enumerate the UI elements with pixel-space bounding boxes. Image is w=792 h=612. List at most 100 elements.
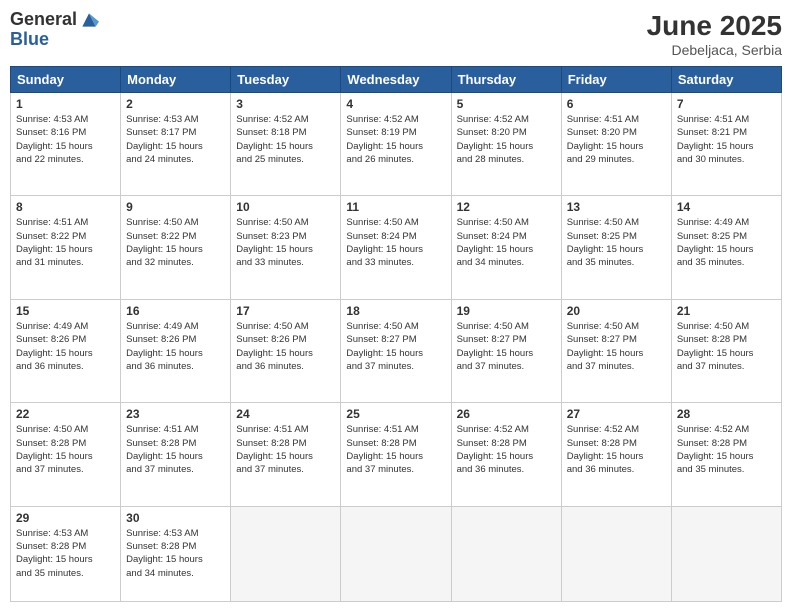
day-number: 10 bbox=[236, 200, 335, 214]
day-info: Sunrise: 4:53 AMSunset: 8:28 PMDaylight:… bbox=[16, 527, 115, 580]
day-number: 6 bbox=[567, 97, 666, 111]
day-number: 9 bbox=[126, 200, 225, 214]
day-number: 28 bbox=[677, 407, 776, 421]
day-info: Sunrise: 4:50 AMSunset: 8:26 PMDaylight:… bbox=[236, 320, 335, 373]
header-wednesday: Wednesday bbox=[341, 67, 451, 93]
table-row: 22 Sunrise: 4:50 AMSunset: 8:28 PMDayligh… bbox=[11, 403, 121, 506]
day-info: Sunrise: 4:51 AMSunset: 8:28 PMDaylight:… bbox=[126, 423, 225, 476]
day-number: 19 bbox=[457, 304, 556, 318]
day-info: Sunrise: 4:52 AMSunset: 8:28 PMDaylight:… bbox=[567, 423, 666, 476]
table-row bbox=[561, 506, 671, 601]
table-row: 2 Sunrise: 4:53 AMSunset: 8:17 PMDaylight… bbox=[121, 93, 231, 196]
table-row: 3Sunrise: 4:52 AMSunset: 8:18 PMDaylight… bbox=[231, 93, 341, 196]
day-number: 24 bbox=[236, 407, 335, 421]
table-row: 19 Sunrise: 4:50 AMSunset: 8:27 PMDayligh… bbox=[451, 299, 561, 402]
day-number: 26 bbox=[457, 407, 556, 421]
location: Debeljaca, Serbia bbox=[647, 42, 782, 58]
day-number: 11 bbox=[346, 200, 445, 214]
day-number: 5 bbox=[457, 97, 556, 111]
day-info: Sunrise: 4:50 AMSunset: 8:28 PMDaylight:… bbox=[16, 423, 115, 476]
table-row: 10 Sunrise: 4:50 AMSunset: 8:23 PMDayligh… bbox=[231, 196, 341, 299]
day-number: 21 bbox=[677, 304, 776, 318]
title-block: June 2025 Debeljaca, Serbia bbox=[647, 10, 782, 58]
day-number: 17 bbox=[236, 304, 335, 318]
day-number: 27 bbox=[567, 407, 666, 421]
day-number: 13 bbox=[567, 200, 666, 214]
day-info: Sunrise: 4:50 AMSunset: 8:22 PMDaylight:… bbox=[126, 216, 225, 269]
header-sunday: Sunday bbox=[11, 67, 121, 93]
logo-blue: Blue bbox=[10, 30, 49, 50]
day-number: 12 bbox=[457, 200, 556, 214]
day-number: 2 bbox=[126, 97, 225, 111]
day-number: 16 bbox=[126, 304, 225, 318]
table-row: 18 Sunrise: 4:50 AMSunset: 8:27 PMDayligh… bbox=[341, 299, 451, 402]
day-info: Sunrise: 4:53 AMSunset: 8:16 PMDaylight:… bbox=[16, 113, 115, 166]
table-row: 29 Sunrise: 4:53 AMSunset: 8:28 PMDayligh… bbox=[11, 506, 121, 601]
table-row: 15 Sunrise: 4:49 AMSunset: 8:26 PMDayligh… bbox=[11, 299, 121, 402]
table-row: 1 Sunrise: 4:53 AMSunset: 8:16 PMDaylight… bbox=[11, 93, 121, 196]
day-number: 23 bbox=[126, 407, 225, 421]
calendar: Sunday Monday Tuesday Wednesday Thursday… bbox=[10, 66, 782, 602]
day-number: 29 bbox=[16, 511, 115, 525]
day-info: Sunrise: 4:50 AMSunset: 8:24 PMDaylight:… bbox=[346, 216, 445, 269]
day-info: Sunrise: 4:52 AMSunset: 8:28 PMDaylight:… bbox=[457, 423, 556, 476]
day-info: Sunrise: 4:49 AMSunset: 8:26 PMDaylight:… bbox=[126, 320, 225, 373]
table-row: 25Sunrise: 4:51 AMSunset: 8:28 PMDayligh… bbox=[341, 403, 451, 506]
day-number: 15 bbox=[16, 304, 115, 318]
header-saturday: Saturday bbox=[671, 67, 781, 93]
day-number: 20 bbox=[567, 304, 666, 318]
table-row: 4 Sunrise: 4:52 AMSunset: 8:19 PMDaylight… bbox=[341, 93, 451, 196]
day-number: 18 bbox=[346, 304, 445, 318]
day-info: Sunrise: 4:50 AMSunset: 8:23 PMDaylight:… bbox=[236, 216, 335, 269]
table-row: 28 Sunrise: 4:52 AMSunset: 8:28 PMDayligh… bbox=[671, 403, 781, 506]
day-number: 22 bbox=[16, 407, 115, 421]
day-number: 14 bbox=[677, 200, 776, 214]
day-number: 7 bbox=[677, 97, 776, 111]
day-info: Sunrise: 4:52 AMSunset: 8:28 PMDaylight:… bbox=[677, 423, 776, 476]
day-info: Sunrise: 4:53 AMSunset: 8:28 PMDaylight:… bbox=[126, 527, 225, 580]
table-row: 27 Sunrise: 4:52 AMSunset: 8:28 PMDayligh… bbox=[561, 403, 671, 506]
day-info: Sunrise: 4:51 AMSunset: 8:28 PMDaylight:… bbox=[346, 423, 445, 476]
header-monday: Monday bbox=[121, 67, 231, 93]
header-tuesday: Tuesday bbox=[231, 67, 341, 93]
logo: General Blue bbox=[10, 10, 99, 50]
month-year: June 2025 bbox=[647, 10, 782, 42]
day-info: Sunrise: 4:49 AMSunset: 8:26 PMDaylight:… bbox=[16, 320, 115, 373]
header-friday: Friday bbox=[561, 67, 671, 93]
logo-icon bbox=[79, 10, 99, 30]
table-row: 9 Sunrise: 4:50 AMSunset: 8:22 PMDaylight… bbox=[121, 196, 231, 299]
table-row: 23 Sunrise: 4:51 AMSunset: 8:28 PMDayligh… bbox=[121, 403, 231, 506]
day-info: Sunrise: 4:50 AMSunset: 8:25 PMDaylight:… bbox=[567, 216, 666, 269]
day-info: Sunrise: 4:50 AMSunset: 8:27 PMDaylight:… bbox=[567, 320, 666, 373]
day-info: Sunrise: 4:51 AMSunset: 8:21 PMDaylight:… bbox=[677, 113, 776, 166]
table-row: 17 Sunrise: 4:50 AMSunset: 8:26 PMDayligh… bbox=[231, 299, 341, 402]
day-info: Sunrise: 4:50 AMSunset: 8:24 PMDaylight:… bbox=[457, 216, 556, 269]
table-row bbox=[231, 506, 341, 601]
table-row bbox=[341, 506, 451, 601]
table-row: 11 Sunrise: 4:50 AMSunset: 8:24 PMDayligh… bbox=[341, 196, 451, 299]
day-info: Sunrise: 4:50 AMSunset: 8:27 PMDaylight:… bbox=[457, 320, 556, 373]
header: General Blue June 2025 Debeljaca, Serbia bbox=[10, 10, 782, 58]
day-info: Sunrise: 4:53 AMSunset: 8:17 PMDaylight:… bbox=[126, 113, 225, 166]
table-row bbox=[451, 506, 561, 601]
day-number: 4 bbox=[346, 97, 445, 111]
day-info: Sunrise: 4:51 AMSunset: 8:20 PMDaylight:… bbox=[567, 113, 666, 166]
calendar-header-row: Sunday Monday Tuesday Wednesday Thursday… bbox=[11, 67, 782, 93]
table-row: 16 Sunrise: 4:49 AMSunset: 8:26 PMDayligh… bbox=[121, 299, 231, 402]
table-row: 20 Sunrise: 4:50 AMSunset: 8:27 PMDayligh… bbox=[561, 299, 671, 402]
day-info: Sunrise: 4:52 AMSunset: 8:19 PMDaylight:… bbox=[346, 113, 445, 166]
day-number: 1 bbox=[16, 97, 115, 111]
day-info: Sunrise: 4:51 AMSunset: 8:22 PMDaylight:… bbox=[16, 216, 115, 269]
table-row: 14Sunrise: 4:49 AMSunset: 8:25 PMDayligh… bbox=[671, 196, 781, 299]
day-number: 8 bbox=[16, 200, 115, 214]
table-row: 26 Sunrise: 4:52 AMSunset: 8:28 PMDayligh… bbox=[451, 403, 561, 506]
table-row: 30 Sunrise: 4:53 AMSunset: 8:28 PMDayligh… bbox=[121, 506, 231, 601]
table-row: 13 Sunrise: 4:50 AMSunset: 8:25 PMDayligh… bbox=[561, 196, 671, 299]
table-row: 6 Sunrise: 4:51 AMSunset: 8:20 PMDaylight… bbox=[561, 93, 671, 196]
logo-general: General bbox=[10, 10, 77, 30]
day-number: 30 bbox=[126, 511, 225, 525]
day-info: Sunrise: 4:50 AMSunset: 8:27 PMDaylight:… bbox=[346, 320, 445, 373]
table-row: 5Sunrise: 4:52 AMSunset: 8:20 PMDaylight… bbox=[451, 93, 561, 196]
table-row: 7 Sunrise: 4:51 AMSunset: 8:21 PMDaylight… bbox=[671, 93, 781, 196]
header-thursday: Thursday bbox=[451, 67, 561, 93]
